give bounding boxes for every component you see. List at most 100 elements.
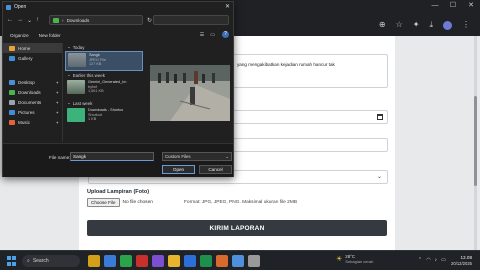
shortcut-folder-icon (67, 108, 85, 122)
window-controls: — ☐ ✕ (426, 0, 480, 12)
filename-label: File name: (49, 155, 71, 160)
upload-title: Upload Lampiran (Foto) (87, 189, 150, 195)
screen: — ☐ ✕ ⊕ ☆ ✦ ⤓ ⋮ yang mengakibatkan kejad… (0, 0, 480, 270)
open-button[interactable]: Open (162, 165, 195, 174)
battery-icon[interactable]: ▭ (441, 257, 446, 263)
nav-item-documents[interactable]: Documents ✦ (3, 97, 62, 107)
view-controls: ☰ ▭ (200, 32, 215, 38)
group-header-last-week[interactable]: ⌄ Last week (65, 99, 143, 107)
pin-icon: ✦ (55, 109, 59, 115)
preview-image (150, 65, 230, 121)
app-icon[interactable] (152, 255, 164, 267)
nav-item-label: Gallery (18, 55, 33, 61)
edge-icon[interactable] (104, 255, 116, 267)
pin-icon: ✦ (55, 79, 59, 85)
chrome-icon[interactable] (120, 255, 132, 267)
nav-item-desktop[interactable]: Desktop ✦ (3, 77, 62, 87)
close-icon[interactable]: ✕ (462, 0, 480, 12)
calendar-icon[interactable] (377, 114, 383, 120)
app-icon[interactable] (136, 255, 148, 267)
upload-row: Choose File No file chosen (87, 198, 153, 207)
nav-item-downloads[interactable]: Downloads ✦ (3, 87, 62, 97)
file-size: 1 KB (88, 117, 97, 122)
file-thumbnail (68, 53, 86, 67)
app-icon[interactable] (216, 255, 228, 267)
file-thumbnail (67, 80, 85, 94)
file-explorer-icon[interactable] (168, 255, 180, 267)
clock-date: 20/12/2025 (451, 261, 472, 266)
app-icon[interactable] (232, 255, 244, 267)
preview-pane (147, 43, 233, 142)
nav-item-gallery[interactable]: Gallery (3, 53, 62, 63)
clock[interactable]: 13.08 20/12/2025 (451, 255, 472, 267)
nav-item-label: Desktop (18, 79, 35, 85)
profile-avatar[interactable] (443, 20, 452, 30)
taskbar-search[interactable]: ⌕ Search (22, 255, 80, 267)
filename-input[interactable]: Sangk (70, 152, 154, 161)
minimize-icon[interactable]: — (426, 0, 444, 12)
organize-button[interactable]: Organize (10, 33, 29, 38)
help-icon[interactable]: ? (222, 31, 229, 38)
group-header-today[interactable]: ⌄ Today (65, 43, 143, 51)
dialog-footer: File name: Sangk Custom Files ⌄ Open Can… (3, 143, 233, 177)
upload-hint: Format: JPG, JPEG, PNG. Maksimal ukuran … (184, 200, 298, 205)
chevron-down-icon: ⌄ (67, 100, 71, 105)
nav-item-label: Home (18, 45, 31, 51)
pin-icon: ✦ (55, 89, 59, 95)
taskbar: ⌕ Search ☀ 28°C Sebagian cerah ⌃ ◠ ♪ ▭ 1… (0, 250, 480, 270)
start-icon[interactable] (7, 256, 17, 266)
browser-toolbar: ⊕ ☆ ✦ ⤓ ⋮ (230, 16, 480, 34)
recent-chevron-icon[interactable]: ⌄ (27, 17, 32, 24)
file-meta: Sangk JPEG File 127 KB (89, 53, 106, 69)
bookmark-star-icon[interactable]: ☆ (396, 21, 403, 29)
app-icon[interactable] (248, 255, 260, 267)
file-type-select[interactable]: Custom Files ⌄ (162, 152, 232, 161)
file-item[interactable]: Downloads - Shortcu Shortcut 1 KB (65, 107, 143, 127)
dialog-titlebar: Open ✕ (3, 2, 233, 12)
weather-widget[interactable]: ☀ 28°C Sebagian cerah (336, 254, 373, 264)
nav-item-label: Downloads (18, 89, 41, 95)
translate-icon[interactable]: ⊕ (379, 21, 386, 29)
nav-item-music[interactable]: Music ✦ (3, 117, 62, 127)
view-options-icon[interactable]: ☰ (200, 32, 204, 38)
back-arrow-icon[interactable]: ← (7, 17, 13, 23)
nav-item-pictures[interactable]: Pictures ✦ (3, 107, 62, 117)
file-meta: Downloads - Shortcu Shortcut 1 KB (88, 108, 123, 126)
app-icon[interactable] (200, 255, 212, 267)
submit-report-button[interactable]: KIRIM LAPORAN (87, 220, 387, 236)
file-meta: Gemini_Generated_Im byfwf 1,561 KB (88, 80, 126, 98)
up-arrow-icon[interactable]: ↑ (36, 17, 39, 23)
nav-item-home[interactable]: Home (3, 43, 62, 53)
preview-pane-icon[interactable]: ▭ (210, 32, 215, 38)
new-folder-button[interactable]: New folder (39, 33, 61, 38)
refresh-icon[interactable]: ↻ (147, 17, 152, 24)
file-item[interactable]: Gemini_Generated_Im byfwf 1,561 KB (65, 79, 143, 99)
browser-menu-icon[interactable]: ⋮ (462, 21, 470, 29)
widgets-icon[interactable] (88, 255, 100, 267)
cancel-button[interactable]: Cancel (199, 165, 232, 174)
forward-arrow-icon[interactable]: → (17, 17, 23, 23)
address-bar[interactable]: › Downloads (49, 15, 144, 25)
address-path: Downloads (66, 17, 90, 23)
dialog-search-input[interactable] (153, 15, 229, 25)
page-scrollbar[interactable] (474, 36, 477, 250)
group-header-earlier[interactable]: ⌄ Earlier this week (65, 71, 143, 79)
chevron-down-icon: ⌄ (67, 44, 71, 49)
preview-photo (150, 65, 230, 121)
file-size: 127 KB (89, 62, 102, 67)
file-item-selected[interactable]: Sangk JPEG File 127 KB (65, 51, 143, 71)
download-icon[interactable]: ⤓ (429, 21, 433, 29)
maximize-icon[interactable]: ☐ (444, 0, 462, 12)
store-icon[interactable] (184, 255, 196, 267)
file-size: 1,561 KB (88, 89, 104, 94)
taskbar-apps (88, 255, 260, 267)
volume-icon[interactable]: ♪ (435, 257, 438, 263)
page-scrollbar-thumb[interactable] (474, 96, 477, 186)
chevron-up-icon[interactable]: ⌃ (418, 257, 422, 263)
choose-file-button[interactable]: Choose File (87, 198, 120, 207)
dialog-close-icon[interactable]: ✕ (225, 3, 230, 10)
system-tray: ⌃ ◠ ♪ ▭ (418, 257, 446, 263)
wifi-icon[interactable]: ◠ (426, 257, 430, 263)
chevron-down-icon: ⌄ (67, 72, 71, 77)
extensions-icon[interactable]: ✦ (413, 21, 420, 29)
